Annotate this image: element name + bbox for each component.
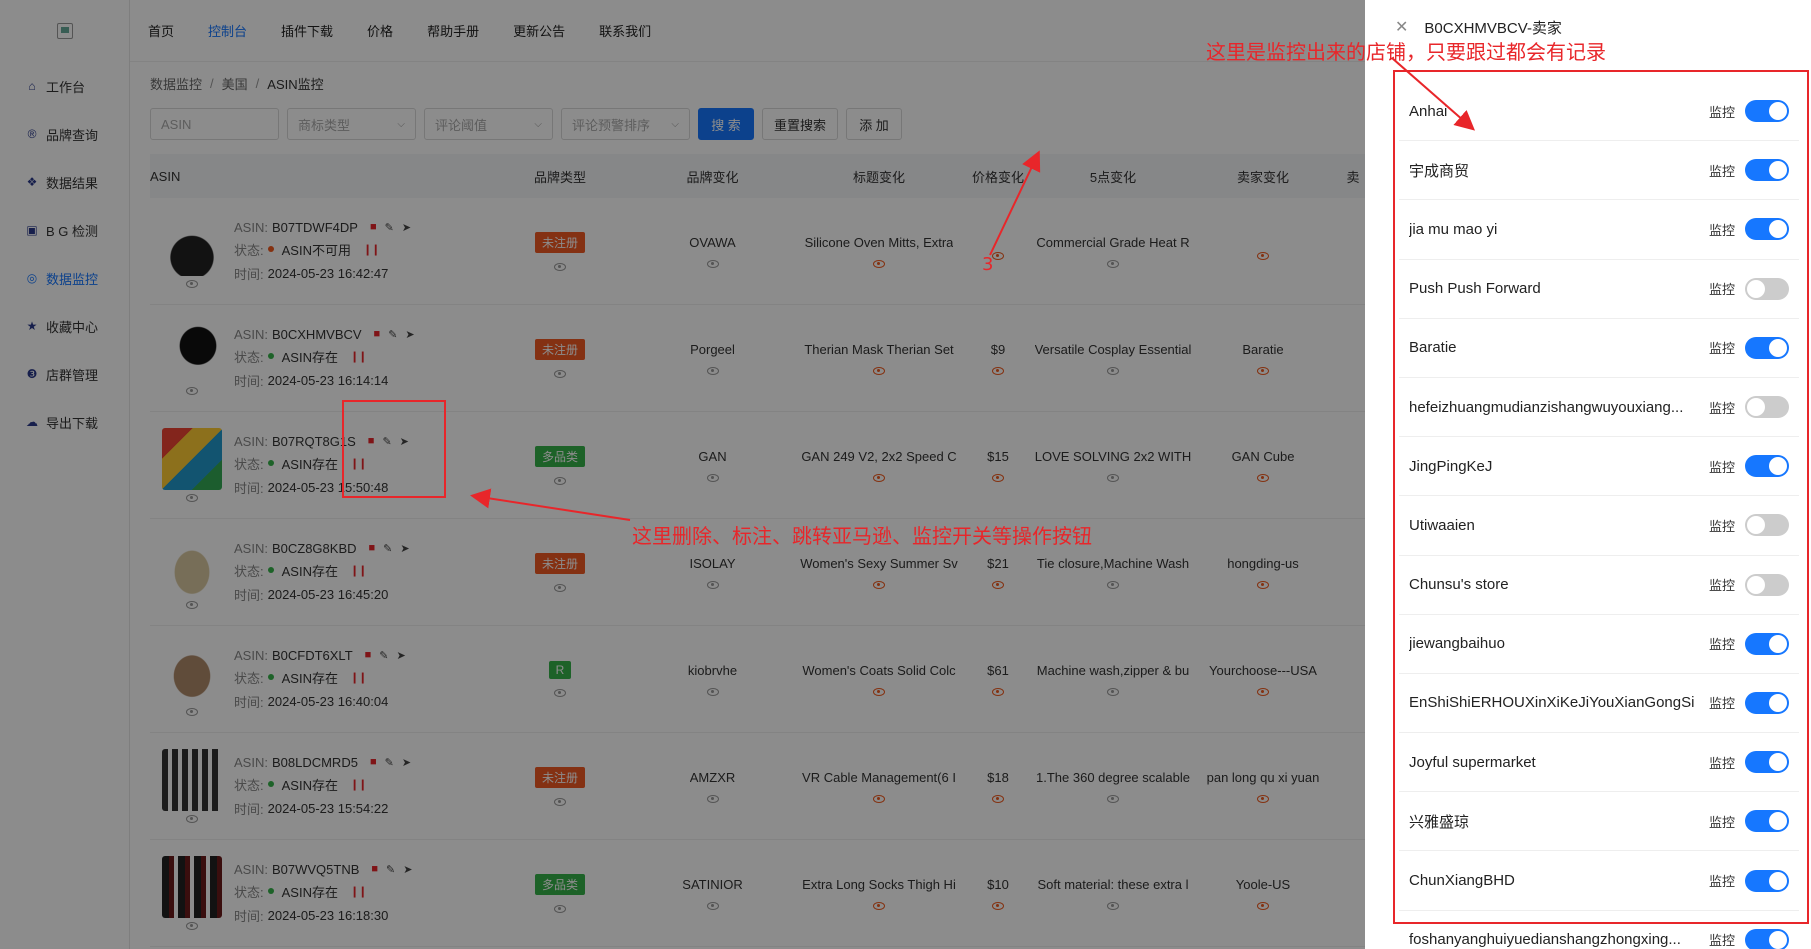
monitor-label: 监控 (1708, 933, 1735, 949)
close-icon[interactable]: ✕ (1395, 17, 1408, 37)
monitor-label: 监控 (1708, 104, 1735, 120)
seller-name: JingPingKeJ (1409, 457, 1493, 475)
seller-name: Push Push Forward (1409, 280, 1541, 298)
seller-item: Anhai 监控 (1399, 82, 1799, 142)
monitor-toggle[interactable] (1745, 514, 1789, 537)
seller-name: Baratie (1409, 339, 1457, 357)
monitor-label: 监控 (1708, 755, 1735, 771)
seller-name: Utiwaaien (1409, 516, 1475, 534)
seller-name: Anhai (1409, 102, 1448, 120)
monitor-toggle[interactable] (1745, 277, 1789, 300)
monitor-label: 监控 (1708, 459, 1735, 475)
seller-name: foshanyanghuiyuedianshangzhongxing... (1409, 931, 1681, 949)
seller-name: 宇成商贸 (1409, 162, 1470, 180)
seller-item: Push Push Forward 监控 (1399, 260, 1799, 319)
seller-name: Joyful supermarket (1409, 753, 1536, 771)
seller-name: EnShiShiERHOUXinXiKeJiYouXianGongSi (1409, 694, 1695, 712)
seller-item: EnShiShiERHOUXinXiKeJiYouXianGongSi 监控 (1399, 674, 1799, 734)
seller-name: jia mu mao yi (1409, 220, 1498, 238)
monitor-toggle[interactable] (1745, 632, 1789, 655)
monitor-toggle[interactable] (1745, 928, 1789, 949)
monitor-label: 监控 (1708, 222, 1735, 238)
seller-item: Chunsu's store 监控 (1399, 556, 1799, 615)
monitor-toggle[interactable] (1745, 336, 1789, 359)
seller-name: 兴雅盛琼 (1409, 813, 1470, 831)
seller-item: ChunXiangBHD 监控 (1399, 851, 1799, 911)
monitor-label: 监控 (1708, 874, 1735, 890)
monitor-toggle[interactable] (1745, 218, 1789, 241)
monitor-label: 监控 (1708, 518, 1735, 534)
monitor-label: 监控 (1708, 637, 1735, 653)
monitor-toggle[interactable] (1745, 573, 1789, 596)
monitor-toggle[interactable] (1745, 751, 1789, 774)
monitor-label: 监控 (1708, 400, 1735, 416)
monitor-toggle[interactable] (1745, 455, 1789, 478)
monitor-label: 监控 (1708, 696, 1735, 712)
monitor-label: 监控 (1708, 341, 1735, 357)
monitor-label: 监控 (1708, 163, 1735, 179)
seller-item: jiewangbaihuo 监控 (1399, 615, 1799, 674)
store-annotation: 这里是监控出来的店铺，只要跟过都会有记录 (1206, 40, 1606, 64)
monitor-toggle[interactable] (1745, 100, 1789, 123)
monitor-toggle[interactable] (1745, 869, 1789, 892)
seller-item: 宇成商贸 监控 (1399, 141, 1799, 201)
action-buttons-highlight (342, 400, 446, 498)
monitor-toggle[interactable] (1745, 691, 1789, 714)
seller-item: 兴雅盛琼 监控 (1399, 792, 1799, 852)
seller-item: JingPingKeJ 监控 (1399, 437, 1799, 497)
monitor-toggle[interactable] (1745, 810, 1789, 833)
monitor-label: 监控 (1708, 282, 1735, 298)
drawer-mask[interactable] (0, 0, 1365, 949)
monitor-toggle[interactable] (1745, 396, 1789, 419)
monitor-toggle[interactable] (1745, 159, 1789, 182)
monitor-label: 监控 (1708, 814, 1735, 830)
seller-name: jiewangbaihuo (1409, 635, 1505, 653)
seller-drawer: ✕ B0CXHMVBCV-卖家 Anhai 监控 宇成商贸 监控 jia mu mao … (1365, 0, 1811, 949)
seller-item: Joyful supermarket 监控 (1399, 733, 1799, 793)
seller-name: Chunsu's store (1409, 576, 1509, 594)
seller-item: hefeizhuangmudianzishangwuyouxiang... 监控 (1399, 378, 1799, 438)
seller-item: foshanyanghuiyuedianshangzhongxing... 监控 (1399, 911, 1799, 949)
seller-name: ChunXiangBHD (1409, 872, 1515, 890)
monitor-label: 监控 (1708, 578, 1735, 594)
seller-item: jia mu mao yi 监控 (1399, 200, 1799, 260)
seller-item: Baratie 监控 (1399, 319, 1799, 378)
seller-name: hefeizhuangmudianzishangwuyouxiang... (1409, 398, 1684, 416)
seller-item: Utiwaaien 监控 (1399, 496, 1799, 556)
seller-list: Anhai 监控 宇成商贸 监控 jia mu mao yi 监控 Push Push Fo… (1399, 82, 1799, 949)
actions-annotation: 这里删除、标注、跳转亚马逊、监控开关等操作按钮 (632, 524, 1092, 548)
drawer-title: B0CXHMVBCV-卖家 (1424, 19, 1562, 37)
step-number: 3 (982, 254, 994, 275)
